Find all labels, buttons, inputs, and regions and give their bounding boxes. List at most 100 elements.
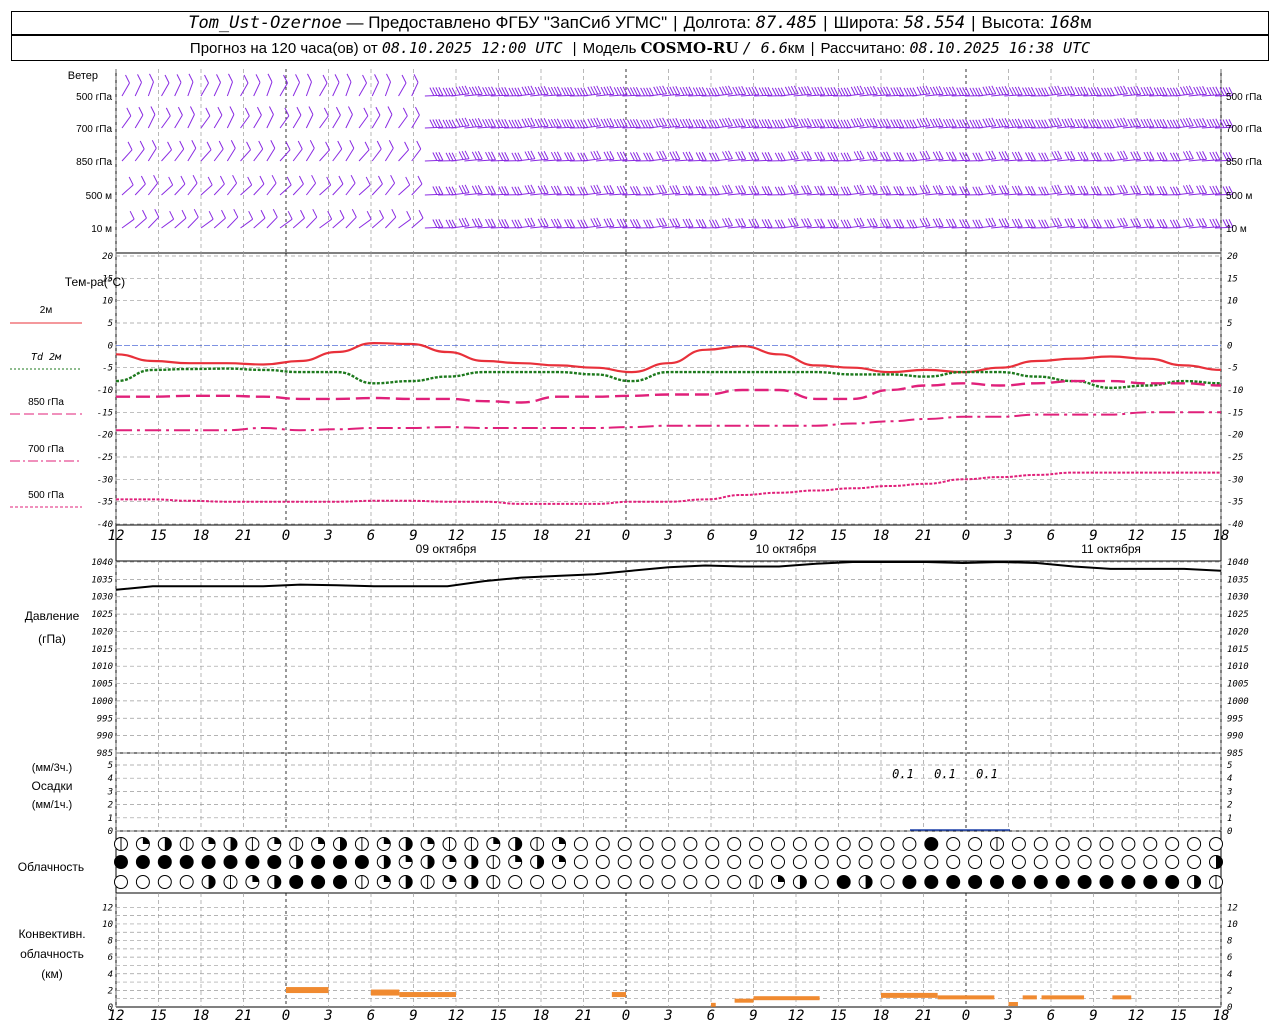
pressure-tick-left: 990	[97, 732, 113, 742]
precip-tick-left: 0	[108, 827, 113, 837]
cloud-symbol	[1011, 875, 1026, 889]
temp-tick-right: 20	[1227, 252, 1238, 262]
day-label: 11 октября	[1081, 542, 1141, 556]
wind-barb-staff	[398, 149, 409, 162]
cloud-symbol	[749, 837, 764, 851]
hour-tick-label: 12	[1128, 1008, 1145, 1024]
wind-barb-tick	[228, 73, 233, 83]
hour-tick-label: 21	[915, 1008, 932, 1024]
wind-barb-staff	[213, 183, 225, 196]
cloud-symbol	[946, 855, 961, 869]
cloud-symbol	[1121, 837, 1136, 851]
wind-barb-staff	[332, 82, 340, 97]
precip-title: Осадки	[32, 779, 73, 793]
conv-tick-right: 12	[1227, 903, 1238, 913]
wind-barb-staff	[384, 114, 393, 129]
cloud-symbol-fill	[515, 855, 522, 862]
conv-unit: (км)	[41, 967, 63, 981]
wind-barb-tick	[287, 210, 293, 220]
cloud-symbol	[573, 837, 588, 851]
wind-barb-tick	[179, 140, 185, 150]
cloud-symbols-layer	[114, 837, 1223, 889]
wind-barb-staff	[345, 182, 356, 196]
wind-barb-tick	[153, 174, 159, 184]
wind-barb-tick	[387, 106, 393, 115]
cloud-symbol	[1187, 837, 1202, 851]
wind-barb-tick	[364, 141, 370, 151]
hour-tick-label: 6	[1047, 528, 1055, 544]
precip-tick-right: 2	[1227, 801, 1232, 811]
cloud-symbol	[836, 875, 851, 889]
cloud-symbol	[771, 837, 785, 851]
cloud-symbol	[1077, 837, 1092, 851]
wind-barb-staff	[305, 148, 315, 162]
conv-tick-right: 10	[1227, 920, 1238, 930]
cloud-symbol	[705, 837, 720, 851]
pressure-tick-left: 1040	[91, 558, 113, 568]
cloud-symbol	[1165, 855, 1180, 869]
pressure-tick-left: 1010	[91, 662, 113, 672]
wind-barb-tick	[246, 141, 252, 151]
wind-barb-staff	[398, 218, 411, 229]
wind-barb-staff	[174, 148, 185, 162]
wind-barb-staff	[213, 217, 226, 229]
wind-barb-staff	[411, 82, 419, 97]
cloud-symbol	[114, 855, 128, 869]
cloud-symbol-fill	[318, 837, 325, 844]
precip-value-label: 0.1	[892, 767, 914, 781]
wind-level-label-left: 500 гПа	[76, 92, 112, 103]
cloud-symbol	[1143, 855, 1158, 869]
conv-bar	[286, 987, 329, 994]
pressure-tick-right: 1025	[1227, 610, 1249, 620]
wind-barbs-layer	[121, 73, 1234, 229]
cloud-symbol	[595, 875, 610, 889]
cloud-symbol	[639, 837, 654, 851]
wind-barb-tick	[218, 140, 224, 150]
wind-barb-tick	[402, 107, 408, 117]
temp-tick-left: 10	[102, 297, 113, 307]
wind-barb-tick	[414, 106, 420, 116]
wind-barb-staff	[187, 216, 199, 229]
cloud-symbol	[508, 875, 523, 889]
wind-barb-staff	[266, 182, 277, 196]
hour-tick-label: 21	[575, 1008, 592, 1024]
cloud-symbol	[858, 837, 873, 851]
cloud-symbol	[639, 875, 654, 889]
hour-tick-label: 15	[490, 528, 507, 544]
wind-barb-staff	[305, 114, 314, 129]
conv-bar	[1022, 995, 1037, 1000]
hour-tick-label: 15	[1170, 1008, 1187, 1024]
cloud-symbol	[661, 855, 676, 869]
wind-barb-staff	[398, 115, 408, 129]
hour-tick-label: 0	[962, 528, 970, 544]
cloud-symbol	[552, 875, 566, 889]
temp-tick-left: -25	[97, 453, 113, 463]
wind-level-label-left: 500 м	[86, 191, 112, 202]
hour-tick-label: 3	[1003, 528, 1012, 544]
cloud-symbol	[1121, 875, 1136, 889]
wind-barb-staff	[147, 216, 160, 229]
wind-barb-tick	[346, 73, 352, 83]
wind-barb-tick	[349, 140, 355, 149]
wind-barb-staff	[266, 81, 273, 97]
wind-barb-staff	[319, 184, 332, 196]
wind-barb-staff	[174, 114, 183, 129]
precip-tick-right: 0	[1227, 827, 1232, 837]
temp-tick-right: -30	[1227, 475, 1243, 485]
cloud-symbol	[902, 855, 917, 869]
wind-barb-tick	[181, 209, 187, 219]
wind-barb-tick	[150, 106, 156, 115]
cloud-symbol	[333, 875, 347, 889]
wind-barb-staff	[200, 82, 209, 97]
cloud-symbol	[179, 875, 194, 889]
hour-tick-label: 0	[282, 1008, 290, 1024]
cloud-symbol	[530, 875, 545, 889]
temp-tick-left: -30	[97, 475, 113, 485]
cloud-symbol	[1099, 875, 1114, 889]
cloud-symbol	[1121, 855, 1136, 869]
cloud-symbol	[1033, 875, 1048, 889]
wind-barb-staff	[240, 82, 249, 97]
cloud-symbol	[223, 855, 238, 869]
wind-barb-staff	[266, 216, 278, 229]
cloud-symbol-fill	[559, 855, 566, 862]
